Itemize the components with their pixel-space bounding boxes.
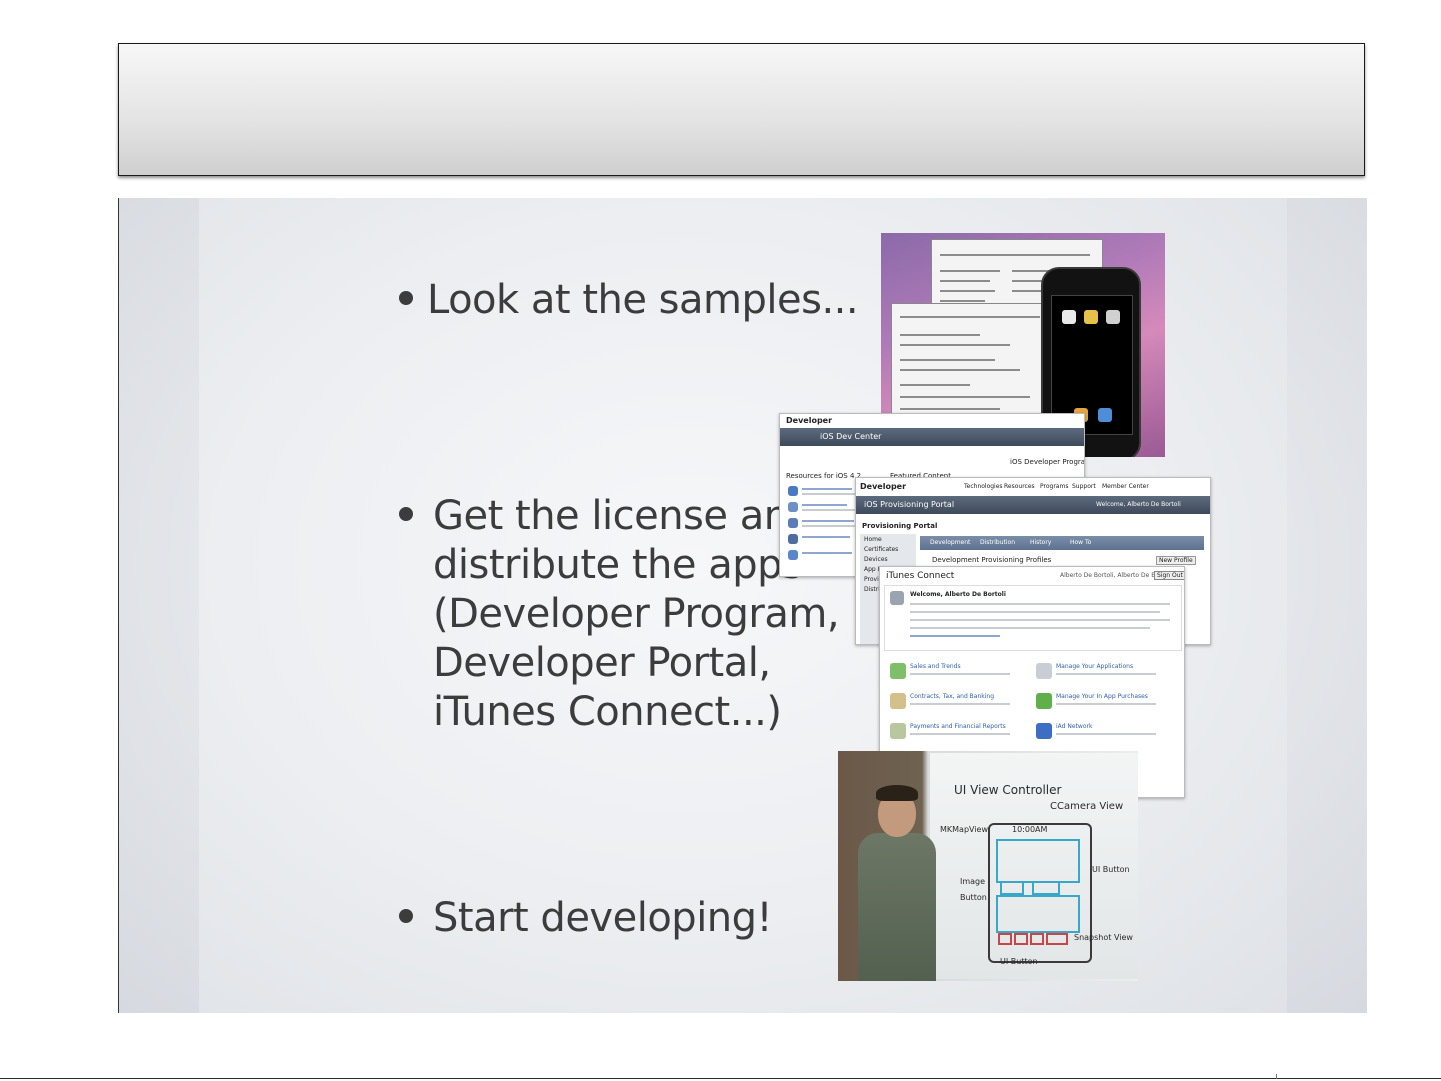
map-view-sketch bbox=[996, 839, 1080, 883]
sign-out-button[interactable]: Sign Out bbox=[1154, 571, 1184, 580]
tab-development[interactable]: Development bbox=[930, 539, 970, 546]
bullet-dot-icon bbox=[399, 291, 413, 305]
apps-icon bbox=[1036, 663, 1052, 679]
dev-brand: Developer bbox=[786, 416, 833, 425]
button-sketch bbox=[1032, 881, 1060, 895]
sketch-label: Snapshot View bbox=[1074, 933, 1133, 942]
sketch-label: Image bbox=[960, 877, 986, 886]
tab-distribution[interactable]: Distribution bbox=[980, 539, 1015, 546]
sketch-label: UI Button bbox=[1092, 865, 1130, 874]
nav-resources[interactable]: Resources bbox=[1004, 483, 1035, 490]
whiteboard: UI View Controller CCamera View MKMapVie… bbox=[930, 753, 1138, 979]
sketch-label: UI Button bbox=[1000, 957, 1038, 966]
contracts-icon bbox=[890, 693, 906, 709]
bullet-look-at-samples: Look at the samples... bbox=[399, 276, 859, 325]
slide: Look at the samples... Get the license a… bbox=[118, 198, 1367, 1013]
bullet-dot-icon bbox=[399, 507, 413, 521]
sketch-label: Button bbox=[960, 893, 987, 902]
module-iad-network[interactable]: iAd Network bbox=[1056, 723, 1092, 730]
whiteboard-photo: UI View Controller CCamera View MKMapVie… bbox=[838, 751, 1138, 981]
app-icon bbox=[1098, 408, 1112, 422]
bottom-rule bbox=[0, 1078, 1441, 1079]
image-button-sketch bbox=[1000, 881, 1024, 895]
portal-header: iOS Provisioning Portal bbox=[864, 500, 955, 509]
sketch-label: UI View Controller bbox=[954, 783, 1062, 797]
module-sales-and-trends[interactable]: Sales and Trends bbox=[910, 663, 961, 670]
app-icon bbox=[1106, 310, 1120, 324]
welcome-icon bbox=[890, 591, 904, 605]
resources-label: Resources for iOS 4.2 bbox=[786, 472, 862, 480]
tab-button-sketch bbox=[1046, 933, 1068, 945]
person-figure bbox=[858, 833, 936, 981]
portal-brand: Developer bbox=[860, 482, 907, 491]
nav-member-center[interactable]: Member Center bbox=[1102, 483, 1149, 490]
portal-welcome: Welcome, Alberto De Bortoli bbox=[1096, 501, 1181, 508]
module-in-app-purchases[interactable]: Manage Your In App Purchases bbox=[1056, 693, 1148, 700]
itunes-connect-title: iTunes Connect bbox=[886, 571, 955, 581]
module-manage-applications[interactable]: Manage Your Applications bbox=[1056, 663, 1133, 670]
sidebar-title: Provisioning Portal bbox=[862, 522, 938, 530]
nav-programs[interactable]: Programs bbox=[1040, 483, 1068, 490]
iad-icon bbox=[1036, 723, 1052, 739]
bullet-text: Start developing! bbox=[433, 895, 773, 941]
dev-center-header: iOS Dev Center bbox=[820, 432, 882, 441]
developer-program-label: iOS Developer Program bbox=[1010, 458, 1085, 466]
sketch-label: MKMapView bbox=[940, 825, 989, 834]
bullet-dot-icon bbox=[399, 909, 413, 923]
payments-icon bbox=[890, 723, 906, 739]
tab-history[interactable]: History bbox=[1030, 539, 1051, 546]
tab-button-sketch bbox=[1014, 933, 1028, 945]
tab-button-sketch bbox=[998, 933, 1012, 945]
page-mark bbox=[1276, 1074, 1277, 1079]
snapshot-view-sketch bbox=[996, 895, 1080, 933]
tab-button-sketch bbox=[1030, 933, 1044, 945]
nav-technologies[interactable]: Technologies bbox=[964, 483, 1003, 490]
itunes-welcome: Welcome, Alberto De Bortoli bbox=[910, 591, 1006, 598]
tab-how-to[interactable]: How To bbox=[1070, 539, 1091, 546]
new-profile-button[interactable]: New Profile bbox=[1156, 556, 1196, 565]
bullet-text: Look at the samples... bbox=[427, 277, 859, 323]
bullet-start-developing: Start developing! bbox=[399, 894, 773, 943]
person-hair bbox=[876, 785, 918, 801]
nav-support[interactable]: Support bbox=[1072, 483, 1096, 490]
module-contracts[interactable]: Contracts, Tax, and Banking bbox=[910, 693, 994, 700]
purchases-icon bbox=[1036, 693, 1052, 709]
sketch-label: CCamera View bbox=[1050, 801, 1124, 812]
app-icon bbox=[1084, 310, 1098, 324]
app-icon bbox=[1062, 310, 1076, 324]
sidebar-item-devices[interactable]: Devices bbox=[864, 556, 888, 563]
sales-icon bbox=[890, 663, 906, 679]
profiles-section-title: Development Provisioning Profiles bbox=[932, 556, 1052, 564]
module-payments[interactable]: Payments and Financial Reports bbox=[910, 723, 1006, 730]
title-bar bbox=[118, 43, 1365, 176]
sidebar-item-certificates[interactable]: Certificates bbox=[864, 546, 898, 553]
sketch-label: 10:00AM bbox=[1012, 825, 1048, 834]
sidebar-item-home[interactable]: Home bbox=[864, 536, 882, 543]
